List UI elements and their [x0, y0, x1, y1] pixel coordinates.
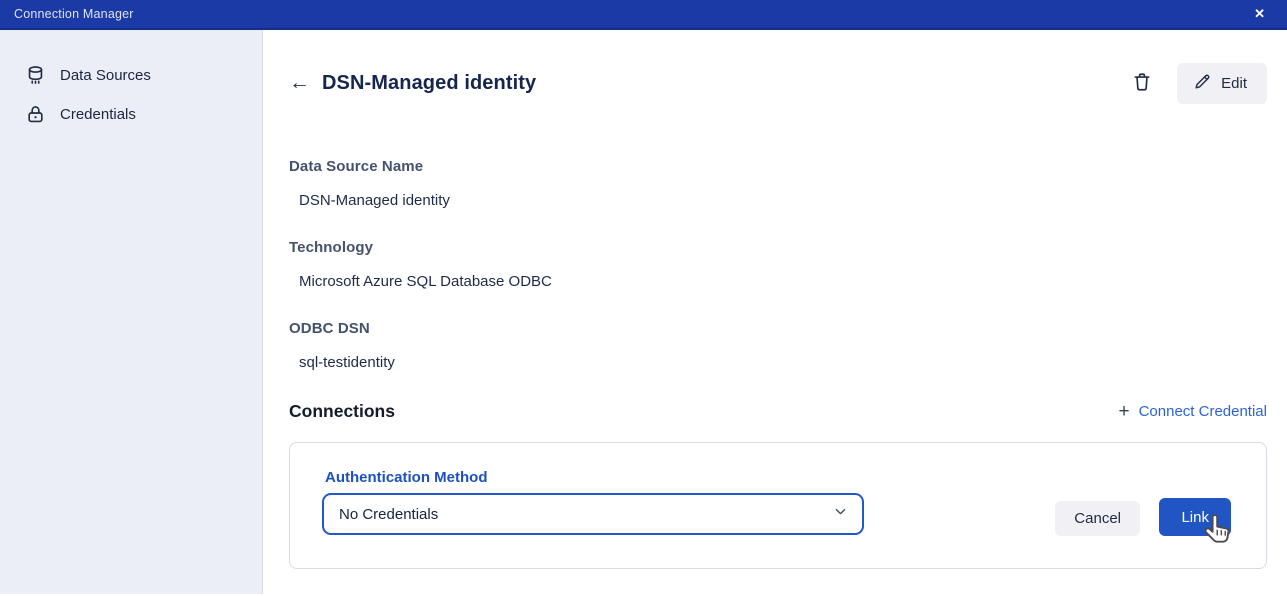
connections-heading: Connections — [289, 401, 395, 422]
connection-manager-dialog: Connection Manager ✕ Data Sources — [0, 0, 1287, 596]
sidebar-item-credentials[interactable]: Credentials — [0, 95, 262, 134]
auth-method-label: Authentication Method — [325, 469, 487, 486]
pencil-icon — [1193, 72, 1212, 95]
sidebar-item-label: Credentials — [60, 106, 136, 123]
delete-button[interactable] — [1127, 67, 1157, 100]
link-button[interactable]: Link — [1159, 498, 1231, 536]
connect-credential-label: Connect Credential — [1139, 403, 1267, 420]
titlebar: Connection Manager ✕ — [0, 0, 1287, 30]
trash-icon — [1131, 71, 1153, 96]
field-technology: Technology Microsoft Azure SQL Database … — [289, 239, 1267, 290]
field-value: sql-testidentity — [299, 354, 1267, 371]
main-panel: ← DSN-Managed identity — [263, 30, 1287, 594]
field-label: Technology — [289, 239, 1267, 256]
plus-icon: + — [1118, 402, 1129, 421]
database-icon — [25, 65, 46, 86]
window-title: Connection Manager — [14, 7, 134, 21]
sidebar: Data Sources Credentials — [0, 30, 263, 594]
page-title: DSN-Managed identity — [322, 72, 536, 95]
chevron-down-icon — [833, 504, 848, 524]
back-arrow-icon[interactable]: ← — [289, 72, 310, 93]
edit-button[interactable]: Edit — [1177, 63, 1267, 104]
lock-icon — [25, 104, 46, 125]
connect-credential-link[interactable]: + Connect Credential — [1118, 402, 1267, 421]
cancel-button[interactable]: Cancel — [1055, 501, 1140, 536]
field-value: DSN-Managed identity — [299, 192, 1267, 209]
connection-card: Authentication Method No Credentials Can… — [289, 442, 1267, 569]
field-label: Data Source Name — [289, 158, 1267, 175]
detail-fields: Data Source Name DSN-Managed identity Te… — [289, 158, 1267, 371]
auth-method-select[interactable]: No Credentials — [322, 493, 864, 535]
edit-button-label: Edit — [1221, 75, 1247, 92]
auth-method-selected-value: No Credentials — [339, 506, 438, 523]
field-data-source-name: Data Source Name DSN-Managed identity — [289, 158, 1267, 209]
detail-header: ← DSN-Managed identity — [289, 63, 1267, 104]
close-icon[interactable]: ✕ — [1246, 0, 1273, 28]
sidebar-item-label: Data Sources — [60, 67, 151, 84]
sidebar-item-data-sources[interactable]: Data Sources — [0, 56, 262, 95]
connections-header: Connections + Connect Credential — [289, 401, 1267, 422]
field-odbc-dsn: ODBC DSN sql-testidentity — [289, 320, 1267, 371]
field-value: Microsoft Azure SQL Database ODBC — [299, 273, 1267, 290]
field-label: ODBC DSN — [289, 320, 1267, 337]
